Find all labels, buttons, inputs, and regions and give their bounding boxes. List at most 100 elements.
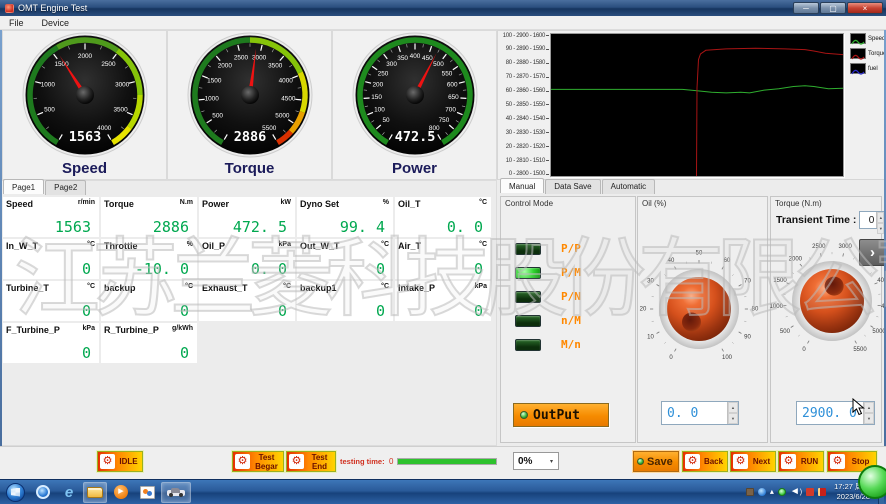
axis-tick — [546, 146, 549, 147]
taskbar-media-icon[interactable]: ▶ — [109, 482, 133, 503]
start-button[interactable] — [6, 483, 25, 502]
taskbar-explorer-icon[interactable] — [83, 482, 107, 503]
output-button[interactable]: OutPut — [513, 403, 609, 427]
torque-spin-up-icon[interactable]: ▲ — [864, 402, 874, 413]
volume-icon[interactable]: ◄) — [790, 487, 802, 497]
torque-value-spinbox[interactable]: 2900. 0 ▲▼ — [796, 401, 875, 425]
axis-label-row: 40 - 2840 - 1540 — [498, 115, 549, 122]
cell-value: 0. 0 — [447, 218, 483, 236]
axis-label-row: 90 - 2890 - 1590 — [498, 46, 549, 53]
cell-exhaust_t: Exhaust_T°C0 — [199, 281, 295, 321]
gauge-panel-speed: 50010001500200025003000350040001563 Spee… — [2, 30, 167, 180]
svg-text:2500: 2500 — [101, 61, 116, 68]
tray-red1-icon[interactable] — [806, 488, 814, 496]
mode-led-icon[interactable] — [515, 291, 541, 303]
run-button[interactable]: ⚙ RUN — [778, 451, 824, 472]
percent-combobox[interactable]: 0% ▾ — [513, 452, 559, 470]
tray-green-status-icon[interactable] — [778, 488, 786, 496]
minimize-button[interactable]: ─ — [793, 2, 819, 14]
svg-text:2886: 2886 — [233, 129, 266, 145]
cell-in_w_t: In_W_T°C0 — [3, 239, 99, 279]
cell-label: Out_W_T — [300, 241, 340, 251]
test-end-button[interactable]: ⚙ Test End — [286, 451, 336, 472]
cell-value: 0. 0 — [251, 260, 287, 278]
tab-data-save[interactable]: Data Save — [545, 179, 600, 194]
cell-value: -10. 0 — [135, 260, 189, 278]
empty-cell — [395, 323, 491, 363]
run-button-label: RUN — [796, 457, 823, 466]
gauge-panel-torque: 5001000150020002500300035004000450050005… — [167, 30, 332, 180]
torque-knob-group: Torque (N.m) Transient Time : 0 ▲▼ s 050… — [770, 196, 882, 443]
test-begin-button[interactable]: ⚙ Test Begar — [232, 451, 284, 472]
tray-flag-icon[interactable] — [818, 488, 826, 496]
mode-led-icon[interactable] — [515, 267, 541, 279]
axis-label-row: 100 - 2900 - 1600 — [498, 32, 549, 39]
gear-icon: ⚙ — [830, 454, 845, 469]
menu-file[interactable]: File — [9, 18, 24, 28]
next-button[interactable]: ⚙ Next — [730, 451, 776, 472]
taskbar-browser1-icon[interactable] — [31, 482, 55, 503]
cell-backup: backup°C0 — [101, 281, 197, 321]
floating-green-badge[interactable] — [858, 465, 886, 499]
torque-spinner[interactable]: ▲▼ — [863, 402, 874, 424]
tab-manual[interactable]: Manual — [500, 178, 544, 193]
taskbar-app-engine-test[interactable] — [161, 482, 191, 503]
tray-briefcase-icon[interactable] — [746, 488, 754, 496]
taskbar-browser2-icon[interactable]: e — [57, 482, 81, 503]
cell-backup1: backup1°C0 — [297, 281, 393, 321]
axis-label: 40 - 2840 - 1540 — [506, 116, 545, 122]
close-button[interactable]: × — [847, 2, 883, 14]
torque-spin-down-icon[interactable]: ▼ — [864, 413, 874, 424]
taskbar-photos-icon[interactable] — [135, 482, 159, 503]
axis-tick — [546, 49, 549, 50]
oil-value-spinbox[interactable]: 0. 0 ▲▼ — [661, 401, 739, 425]
transient-time-spinbox[interactable]: 0 ▲▼ — [859, 211, 885, 229]
tray-browser-icon[interactable] — [758, 488, 766, 496]
next-button-label: Next — [748, 457, 775, 466]
cell-value: 0 — [474, 260, 483, 278]
legend-item: Torque — [850, 48, 885, 59]
axis-label: 90 - 2890 - 1590 — [506, 46, 545, 52]
axis-label-row: 30 - 2830 - 1530 — [498, 129, 549, 136]
panel-next-arrow-button[interactable]: › — [859, 239, 886, 266]
svg-text:1000: 1000 — [204, 95, 219, 102]
mode-label: n/M — [561, 314, 581, 327]
output-led-icon — [520, 411, 528, 419]
mode-row-p-n: P/N — [515, 290, 581, 303]
mode-led-icon[interactable] — [515, 243, 541, 255]
svg-text:600: 600 — [446, 82, 457, 89]
idle-button[interactable]: ⚙ IDLE — [97, 451, 143, 472]
mode-led-icon[interactable] — [515, 315, 541, 327]
svg-text:300: 300 — [386, 61, 397, 68]
svg-text:500: 500 — [433, 61, 444, 68]
back-button[interactable]: ⚙ Back — [682, 451, 728, 472]
svg-text:700: 700 — [445, 106, 456, 113]
chart-legend: SpeedTorquefuel — [850, 33, 885, 74]
output-button-label: OutPut — [533, 408, 580, 423]
gear-icon: ⚙ — [781, 454, 796, 469]
oil-knob[interactable]: 0102030405060708090100 — [637, 247, 761, 371]
oil-spinner[interactable]: ▲▼ — [727, 402, 738, 424]
maximize-button[interactable]: ▢ — [820, 2, 846, 14]
tab-page1[interactable]: Page1 — [3, 179, 44, 194]
tab-automatic[interactable]: Automatic — [602, 179, 656, 194]
svg-text:500: 500 — [44, 106, 55, 113]
cell-label: Oil_P — [202, 241, 225, 251]
save-button[interactable]: Save — [633, 451, 679, 472]
oil-spin-down-icon[interactable]: ▼ — [728, 413, 738, 424]
play-icon: ▶ — [114, 485, 128, 499]
svg-text:10: 10 — [647, 335, 654, 341]
axis-label: 0 - 2800 - 1500 — [509, 171, 545, 177]
cell-unit: °C — [381, 241, 389, 248]
axis-label-row: 50 - 2850 - 1550 — [498, 101, 549, 108]
oil-value: 0. 0 — [662, 402, 727, 424]
oil-spin-up-icon[interactable]: ▲ — [728, 402, 738, 413]
mode-led-icon[interactable] — [515, 339, 541, 351]
cell-unit: kPa — [83, 325, 95, 332]
tab-page2[interactable]: Page2 — [45, 180, 86, 195]
torque-group-title: Torque (N.m) — [771, 197, 881, 208]
cell-label: backup — [104, 283, 136, 293]
axis-tick — [546, 132, 549, 133]
tray-expand-icon[interactable]: ▴ — [770, 488, 774, 496]
menu-device[interactable]: Device — [42, 18, 70, 28]
